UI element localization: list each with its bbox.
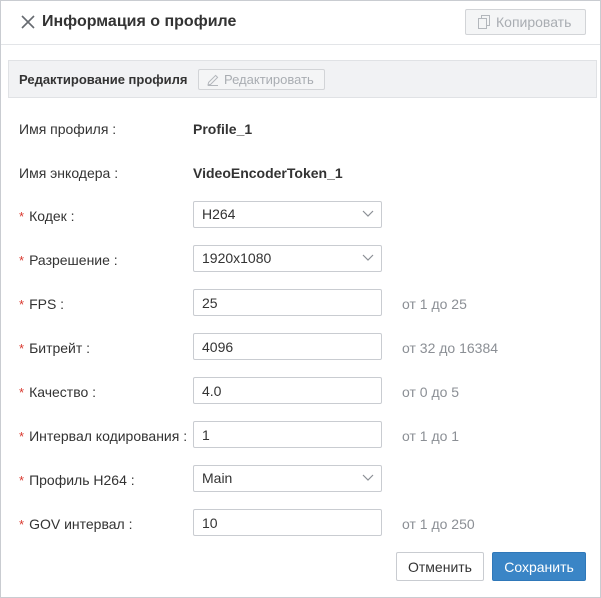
fps-label: * FPS : [19, 296, 65, 312]
required-mark: * [19, 209, 25, 224]
save-button[interactable]: Сохранить [492, 552, 586, 581]
required-mark: * [19, 473, 25, 488]
h264-profile-select-value: Main [202, 470, 233, 486]
copy-icon [478, 15, 490, 29]
required-mark: * [19, 385, 25, 400]
copy-button-label: Копировать [496, 14, 572, 30]
row-codec: * Кодек : H264 [1, 201, 600, 231]
row-fps: *FPS : от 1 до 25 [1, 289, 600, 319]
row-resolution: * Разрешение : 1920x1080 [1, 245, 600, 275]
chevron-down-icon [362, 210, 374, 217]
edit-profile-section: Редактирование профиля Редактировать [8, 60, 597, 98]
profile-name-label: Имя профиля : [19, 121, 117, 137]
section-title: Редактирование профиля [19, 72, 188, 87]
row-gov-interval: *GOV интервал : от 1 до 250 [1, 509, 600, 539]
fps-input[interactable] [193, 289, 382, 316]
codec-select-value: H264 [202, 206, 236, 222]
close-icon[interactable] [20, 14, 36, 30]
row-bitrate: *Битрейт : от 32 до 16384 [1, 333, 600, 363]
bitrate-range-hint: от 32 до 16384 [402, 340, 499, 356]
dialog-title: Информация о профиле [42, 13, 237, 30]
required-mark: * [19, 429, 25, 444]
resolution-label: * Разрешение : [19, 252, 118, 268]
codec-label: * Кодек : [19, 208, 75, 224]
pencil-icon [207, 74, 219, 86]
row-quality: *Качество : от 0 до 5 [1, 377, 600, 407]
row-h264-profile: * Профиль H264 : Main [1, 465, 600, 495]
required-mark: * [19, 517, 25, 532]
chevron-down-icon [362, 254, 374, 261]
gov-interval-label: * GOV интервал : [19, 516, 133, 532]
encoding-interval-label: * Интервал кодирования : [19, 428, 188, 444]
cancel-button[interactable]: Отменить [396, 552, 484, 581]
fps-range-hint: от 1 до 25 [402, 296, 467, 312]
chevron-down-icon [362, 474, 374, 481]
encoder-name-label: Имя энкодера : [19, 165, 119, 181]
quality-input[interactable] [193, 377, 382, 404]
edit-button[interactable]: Редактировать [198, 69, 325, 90]
quality-range-hint: от 0 до 5 [402, 384, 460, 400]
resolution-select-value: 1920x1080 [202, 250, 272, 266]
required-mark: * [19, 253, 25, 268]
encoding-interval-input[interactable] [193, 421, 382, 448]
encoding-interval-range-hint: от 1 до 1 [402, 428, 460, 444]
encoder-name-value: VideoEncoderToken_1 [193, 165, 343, 181]
bitrate-input[interactable] [193, 333, 382, 360]
h264-profile-label: * Профиль H264 : [19, 472, 135, 488]
profile-info-dialog: Информация о профиле Копировать Редактир… [0, 0, 601, 598]
edit-button-label: Редактировать [224, 72, 314, 87]
profile-name-value: Profile_1 [193, 121, 253, 137]
gov-interval-input[interactable] [193, 509, 382, 536]
codec-select[interactable]: H264 [193, 201, 382, 228]
gov-interval-range-hint: от 1 до 250 [402, 516, 475, 532]
required-mark: * [19, 341, 25, 356]
quality-label: * Качество : [19, 384, 97, 400]
row-profile-name: Имя профиля : Profile_1 [1, 114, 600, 144]
h264-profile-select[interactable]: Main [193, 465, 382, 492]
dialog-header: Информация о профиле Копировать [1, 1, 600, 45]
bitrate-label: * Битрейт : [19, 340, 91, 356]
copy-button[interactable]: Копировать [465, 9, 586, 35]
resolution-select[interactable]: 1920x1080 [193, 245, 382, 272]
row-encoding-interval: *Интервал кодирования : от 1 до 1 [1, 421, 600, 451]
row-encoder-name: Имя энкодера : VideoEncoderToken_1 [1, 158, 600, 188]
required-mark: * [19, 297, 25, 312]
